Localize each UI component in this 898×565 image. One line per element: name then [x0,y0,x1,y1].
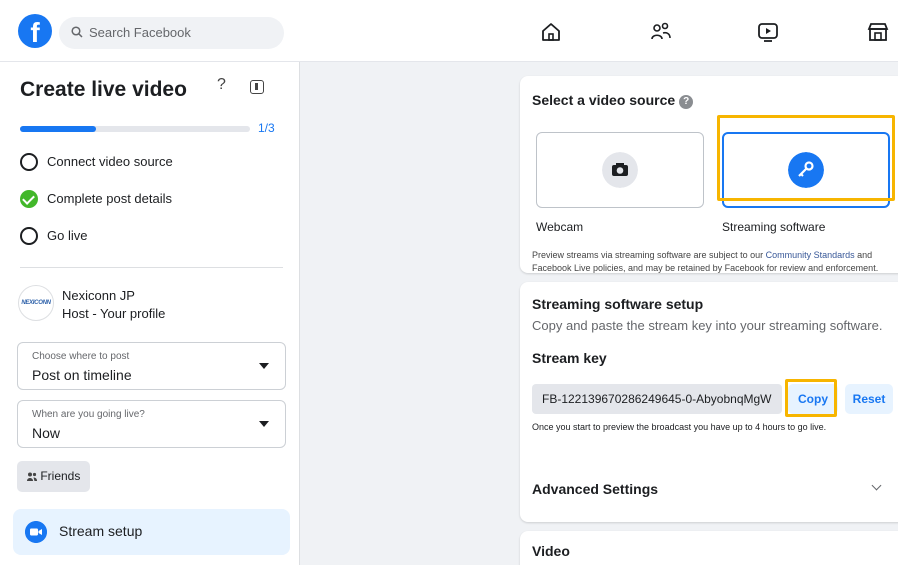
video-heading: Video [532,543,570,559]
friends-icon [27,472,37,481]
chevron-down-icon[interactable] [871,480,882,491]
disclaimer-text: Preview streams via streaming software a… [532,249,898,275]
caret-down-icon [259,421,269,427]
video-source-heading: Select a video source? [532,92,694,109]
community-standards-link[interactable]: Community Standards [766,250,855,260]
streaming-setup-card: Streaming software setup Copy and paste … [520,282,898,522]
marketplace-icon[interactable] [866,20,890,44]
streaming-software-option[interactable] [722,132,890,208]
profile-name: Nexiconn JP [62,288,135,303]
advanced-settings-toggle[interactable]: Advanced Settings [532,481,658,497]
video-camera-icon [25,521,47,543]
collapse-panel-icon[interactable] [250,80,264,94]
stream-key-value: FB-122139670286249645-0-AbyobnqMgW [542,392,772,406]
friends-icon[interactable] [649,20,673,44]
stream-setup-label: Stream setup [59,523,143,539]
copy-button[interactable]: Copy [788,384,838,414]
disclaimer-prefix: Preview streams via streaming software a… [532,250,766,260]
streaming-setup-description: Copy and paste the stream key into your … [532,318,883,333]
profile-role: Host - Your profile [62,306,166,321]
create-live-sidebar: Create live video ? 1/3 Connect video so… [0,62,300,565]
step-label: Complete post details [47,191,173,206]
dropdown-value: Now [32,425,61,441]
step-label: Connect video source [47,154,173,169]
avatar: NEXICONN [18,285,54,321]
video-source-card: Select a video source? Webcam Streaming … [520,76,898,273]
progress-text: 1/3 [258,121,275,135]
dropdown-label: Choose where to post [32,351,130,362]
search-placeholder: Search Facebook [89,25,191,40]
stream-setup-item[interactable]: Stream setup [13,509,290,555]
watch-icon[interactable] [756,20,780,44]
search-input[interactable]: Search Facebook [59,17,284,49]
video-source-title: Select a video source [532,92,676,108]
dropdown-value: Post on timeline [32,367,132,383]
stream-key-label: Stream key [532,350,607,366]
streaming-software-label: Streaming software [722,220,826,234]
reset-button[interactable]: Reset [845,384,893,414]
camera-icon [602,152,638,188]
audience-label: Friends [40,469,81,483]
stream-key-field[interactable]: FB-122139670286249645-0-AbyobnqMgW [532,384,782,414]
webcam-label: Webcam [536,220,584,234]
video-card: Video [520,531,898,565]
progress-bar [20,126,250,132]
help-icon[interactable]: ? [679,95,694,109]
top-navigation-bar: f Search Facebook [0,0,898,62]
facebook-logo-icon[interactable]: f [18,14,52,48]
go-live-note: Once you start to preview the broadcast … [532,422,827,432]
streaming-setup-heading: Streaming software setup [532,296,704,312]
caret-down-icon [259,363,269,369]
webcam-option[interactable] [536,132,704,208]
audience-button[interactable]: Friends [17,461,91,492]
when-live-dropdown[interactable]: When are you going live? Now [17,400,286,448]
step-label: Go live [47,228,88,243]
help-icon[interactable]: ? [217,76,226,94]
pending-step-icon [20,227,38,245]
search-icon [71,26,83,38]
key-icon [788,152,824,188]
pending-step-icon [20,153,38,171]
dropdown-label: When are you going live? [32,409,145,420]
home-icon[interactable] [539,20,563,44]
progress-fill [20,126,96,132]
where-to-post-dropdown[interactable]: Choose where to post Post on timeline [17,342,286,390]
page-title: Create live video [20,78,187,101]
check-icon [20,190,38,208]
divider [20,267,283,268]
